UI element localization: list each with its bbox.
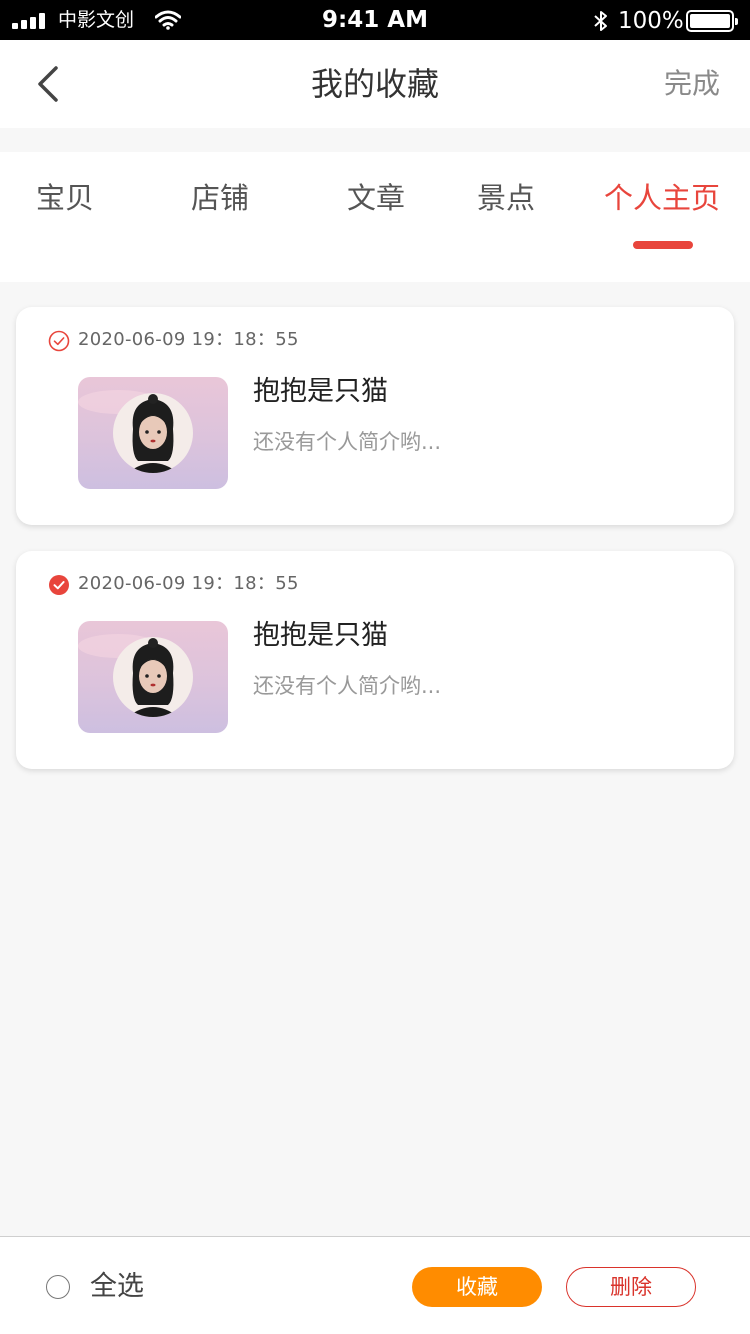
- active-tab-indicator: [633, 241, 693, 249]
- favorite-time: 2020-06-09 19：18：55: [78, 329, 299, 350]
- bottom-action-bar: 全选 收藏 删除: [0, 1236, 750, 1334]
- unchecked-circle-icon[interactable]: [48, 330, 70, 352]
- profile-name: 抱抱是只猫: [253, 376, 388, 407]
- tab-personal-homepage[interactable]: 个人主页: [604, 178, 720, 218]
- tab-attraction[interactable]: 景点: [477, 178, 535, 218]
- delete-button[interactable]: 删除: [566, 1267, 696, 1307]
- navigation-bar: 我的收藏 完成: [0, 40, 750, 128]
- battery-fill: [690, 14, 730, 28]
- avatar-thumbnail[interactable]: [78, 621, 228, 733]
- category-tabs: 宝贝 店铺 文章 景点 个人主页: [0, 152, 750, 282]
- favorite-card[interactable]: 2020-06-09 19：18：55 抱抱是只猫 还没有个人简介哟...: [16, 551, 734, 769]
- profile-bio: 还没有个人简介哟...: [253, 430, 442, 454]
- select-all-radio[interactable]: [46, 1275, 70, 1299]
- battery-icon: [686, 10, 738, 32]
- profile-name: 抱抱是只猫: [253, 620, 388, 651]
- favorites-page: 中影文创 9:41 AM 100% 我的收藏 完成 宝贝 店铺 文章 景点 个人…: [0, 0, 750, 1334]
- favorite-time: 2020-06-09 19：18：55: [78, 573, 299, 594]
- tab-baby[interactable]: 宝贝: [36, 178, 94, 218]
- battery-percent: 100%: [618, 8, 684, 34]
- select-all-label[interactable]: 全选: [90, 1267, 144, 1307]
- page-title: 我的收藏: [310, 65, 439, 103]
- favorite-card[interactable]: 2020-06-09 19：18：55 抱抱是只猫 还没有个人简介哟...: [16, 307, 734, 525]
- favorite-button[interactable]: 收藏: [412, 1267, 542, 1307]
- avatar-thumbnail[interactable]: [78, 377, 228, 489]
- bluetooth-icon: [594, 11, 607, 31]
- tab-article[interactable]: 文章: [347, 178, 405, 218]
- done-button[interactable]: 完成: [664, 66, 720, 102]
- profile-bio: 还没有个人简介哟...: [253, 674, 442, 698]
- tab-shop[interactable]: 店铺: [191, 178, 249, 218]
- status-bar: 中影文创 9:41 AM 100%: [0, 0, 750, 40]
- checked-circle-icon[interactable]: [48, 574, 70, 596]
